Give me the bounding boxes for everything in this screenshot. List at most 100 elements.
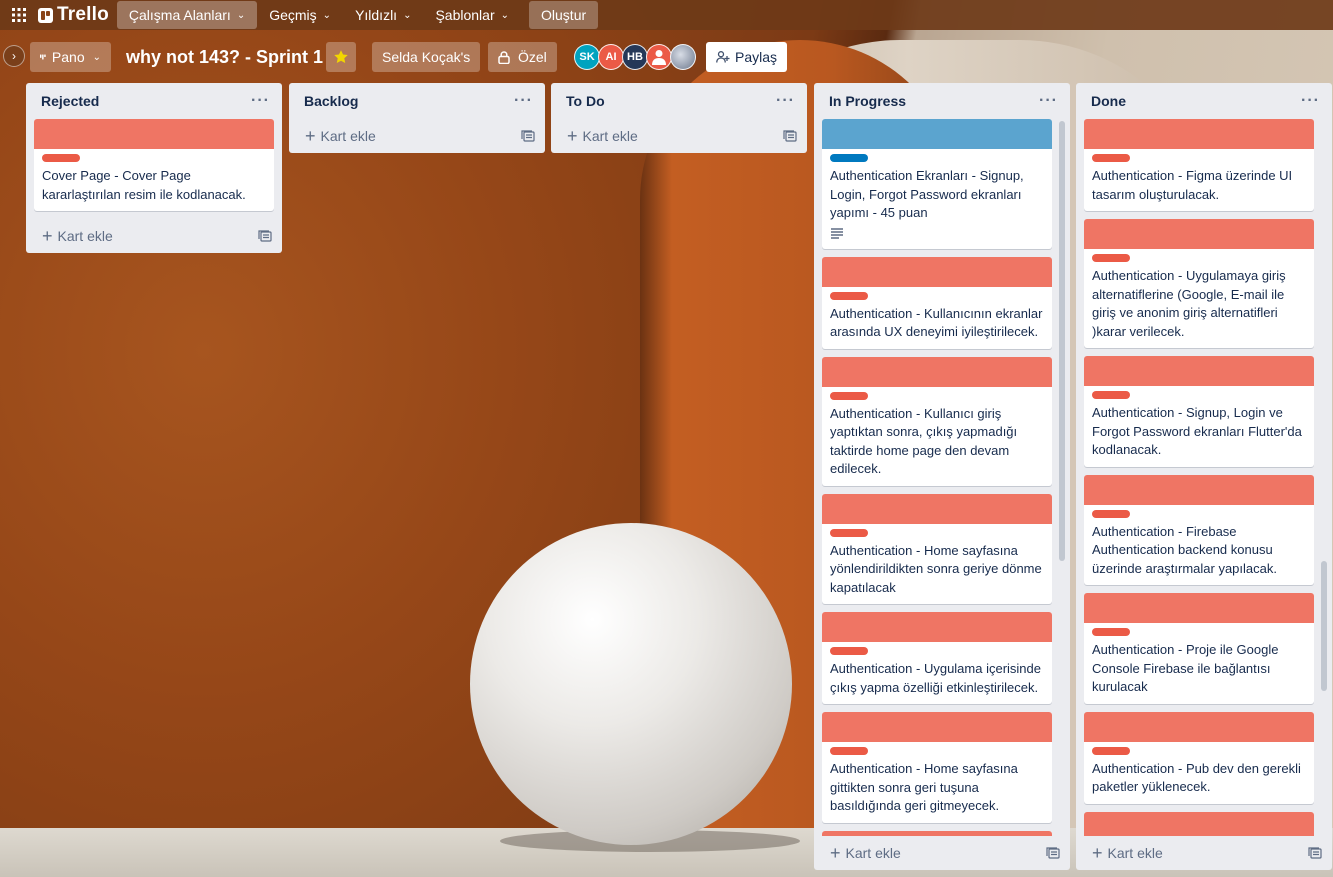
list-header: Rejected ··· — [26, 83, 282, 119]
card[interactable]: Authentication - Pub dev den gerekli pak… — [1084, 711, 1314, 804]
card-cover — [822, 119, 1052, 149]
card-cover — [822, 493, 1052, 524]
list-backlog: Backlog ··· + Kart ekle — [289, 83, 545, 153]
list-todo: To Do ··· + Kart ekle — [551, 83, 807, 153]
member-avatar-photo[interactable] — [670, 44, 696, 70]
card-label[interactable] — [830, 747, 868, 755]
visibility-button[interactable]: Özel — [488, 42, 557, 72]
board-members: SK AI HB — [574, 44, 696, 70]
add-card-label: Kart ekle — [845, 845, 901, 861]
list-title[interactable]: Done — [1091, 93, 1126, 109]
chevron-down-icon: ⌄ — [322, 9, 332, 21]
add-card-button[interactable]: + Kart ekle — [567, 127, 638, 145]
add-card-row: + Kart ekle — [814, 836, 1070, 870]
expand-sidebar-button[interactable]: › — [3, 45, 25, 67]
card-title: Authentication Ekranları - Signup, Login… — [830, 168, 1024, 220]
nav-workspaces-button[interactable]: Çalışma Alanları ⌄ — [116, 1, 258, 29]
share-button[interactable]: Paylaş — [706, 42, 788, 72]
card-label[interactable] — [1092, 154, 1130, 162]
add-card-button[interactable]: + Kart ekle — [42, 227, 113, 245]
card-title: Authentication - Uygulamaya giriş altern… — [1092, 268, 1286, 339]
card-label[interactable] — [1092, 254, 1130, 262]
board-title[interactable]: why not 143? - Sprint 1 — [126, 47, 323, 68]
add-card-button[interactable]: + Kart ekle — [1092, 843, 1163, 863]
list-title[interactable]: In Progress — [829, 93, 906, 109]
card-label[interactable] — [830, 528, 868, 537]
nav-templates-button[interactable]: Şablonlar ⌄ — [423, 1, 521, 29]
card-label[interactable] — [42, 154, 80, 162]
card-label[interactable] — [830, 391, 868, 400]
board-header: › Pano ⌄ why not 143? - Sprint 1 Selda K… — [0, 38, 1333, 76]
list-menu-icon[interactable]: ··· — [1297, 93, 1324, 109]
member-avatar[interactable]: SK — [574, 44, 600, 70]
card[interactable]: Authentication - Figma üzerinde UI tasar… — [1084, 119, 1314, 211]
card-cover — [1084, 219, 1314, 249]
list-rejected: Rejected ··· Cover Page - Cover Page kar… — [26, 83, 282, 253]
card-title: Authentication - Kullanıcının ekranlar a… — [830, 305, 1043, 340]
list-menu-icon[interactable]: ··· — [772, 93, 799, 109]
list-scrollbar[interactable] — [1321, 561, 1327, 691]
plus-icon: + — [830, 843, 841, 863]
card-label[interactable] — [1092, 746, 1130, 755]
create-button[interactable]: Oluştur — [529, 1, 599, 29]
list-menu-icon[interactable]: ··· — [510, 93, 537, 109]
card[interactable]: Authentication - Home sayfasına gittikte… — [822, 712, 1052, 823]
member-avatar[interactable] — [646, 44, 672, 70]
member-avatar[interactable]: AI — [598, 44, 624, 70]
card[interactable]: Authentication - Home sayfasına yönlendi… — [822, 493, 1052, 604]
card-cover — [1084, 711, 1314, 742]
member-avatar[interactable]: HB — [622, 44, 648, 70]
workspace-button[interactable]: Selda Koçak's — [372, 42, 481, 72]
card[interactable]: Authentication - Proje ile Google Consol… — [1084, 593, 1314, 704]
nav-starred-button[interactable]: Yıldızlı ⌄ — [343, 1, 423, 29]
trello-logo[interactable]: Trello — [38, 4, 109, 26]
plus-icon: + — [305, 126, 316, 146]
card-template-icon[interactable] — [258, 229, 272, 243]
card-label[interactable] — [1092, 628, 1130, 636]
card[interactable]: Authentication - Firebase Authentication… — [1084, 474, 1314, 585]
plus-icon: + — [1092, 843, 1103, 863]
card[interactable]: Authentication - Kullanıcı giriş yaptıkt… — [822, 356, 1052, 486]
card[interactable]: Authentication - Uygulama içerisinde çık… — [822, 612, 1052, 704]
app-switcher-icon[interactable] — [8, 4, 30, 26]
card-label[interactable] — [1092, 391, 1130, 399]
list-menu-icon[interactable]: ··· — [247, 93, 274, 109]
list-title[interactable]: Rejected — [41, 93, 99, 109]
list-title[interactable]: Backlog — [304, 93, 358, 109]
nav-recent-button[interactable]: Geçmiş ⌄ — [257, 1, 343, 29]
card-title: Authentication - Home sayfasına yönlendi… — [830, 542, 1042, 595]
list-menu-icon[interactable]: ··· — [1035, 93, 1062, 109]
board-view-button[interactable]: Pano ⌄ — [30, 42, 111, 72]
list-title[interactable]: To Do — [566, 93, 605, 109]
list-scrollbar[interactable] — [1059, 121, 1065, 561]
card[interactable]: Authentication Ekranları - Signup, Login… — [822, 119, 1052, 249]
card-cover — [1084, 356, 1314, 386]
add-card-label: Kart ekle — [320, 128, 376, 144]
card-title: Authentication - Pub dev den gerekli pak… — [1092, 760, 1301, 795]
add-card-label: Kart ekle — [582, 128, 638, 144]
trello-logo-icon — [38, 7, 53, 23]
add-card-row: + Kart ekle — [26, 219, 282, 253]
card[interactable]: Authentication - Uygulamaya giriş altern… — [1084, 219, 1314, 348]
card[interactable]: Authentication - Signup, Login ve Forgot… — [1084, 356, 1314, 467]
list-header: To Do ··· — [551, 83, 807, 119]
add-person-icon — [716, 51, 730, 63]
chevron-down-icon: ⌄ — [236, 9, 246, 21]
card-title: Authentication - Signup, Login ve Forgot… — [1092, 405, 1302, 457]
card-label[interactable] — [830, 154, 868, 162]
card-partial[interactable] — [1084, 811, 1314, 836]
card[interactable]: Cover Page - Cover Page kararlaştırılan … — [34, 119, 274, 211]
card-template-icon[interactable] — [1308, 846, 1322, 860]
card-template-icon[interactable] — [521, 129, 535, 143]
add-card-button[interactable]: + Kart ekle — [830, 843, 901, 863]
card-label[interactable] — [1092, 509, 1130, 518]
card-label[interactable] — [830, 647, 868, 655]
card[interactable]: Authentication - Kullanıcının ekranlar a… — [822, 256, 1052, 349]
card-label[interactable] — [830, 291, 868, 300]
star-board-button[interactable] — [326, 42, 356, 72]
card-template-icon[interactable] — [1046, 846, 1060, 860]
card-template-icon[interactable] — [783, 129, 797, 143]
visibility-label: Özel — [518, 49, 547, 65]
list-header: Backlog ··· — [289, 83, 545, 119]
add-card-button[interactable]: + Kart ekle — [305, 126, 376, 146]
